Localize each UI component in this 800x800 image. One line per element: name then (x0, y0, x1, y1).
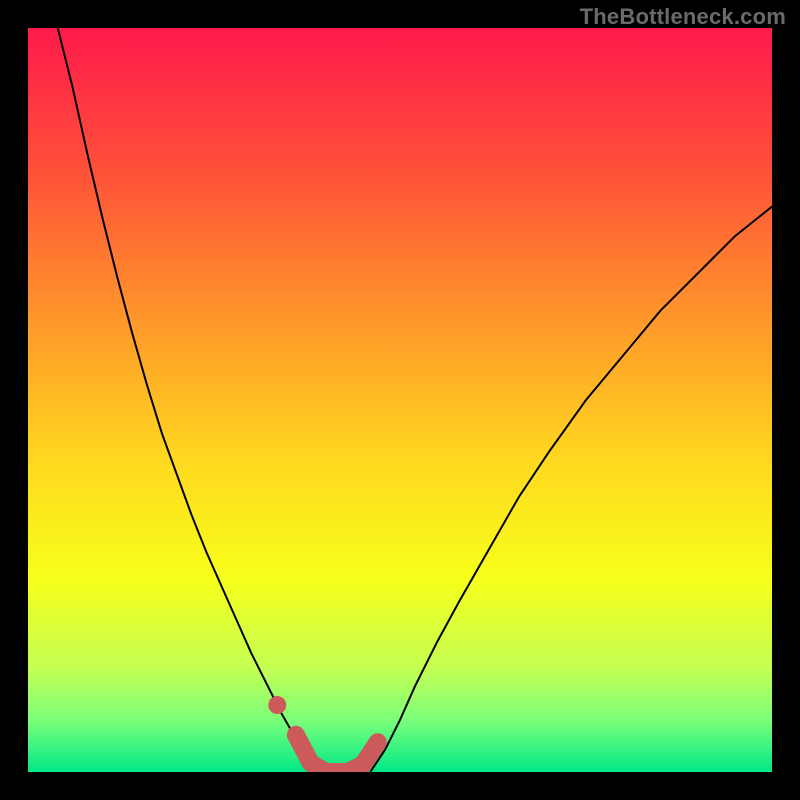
gradient-background (28, 28, 772, 772)
chart-frame: TheBottleneck.com (0, 0, 800, 800)
marker-layer (268, 696, 286, 714)
marker-highlight-dot (268, 696, 286, 714)
plot-svg (28, 28, 772, 772)
watermark-label: TheBottleneck.com (580, 4, 786, 30)
plot-area (28, 28, 772, 772)
